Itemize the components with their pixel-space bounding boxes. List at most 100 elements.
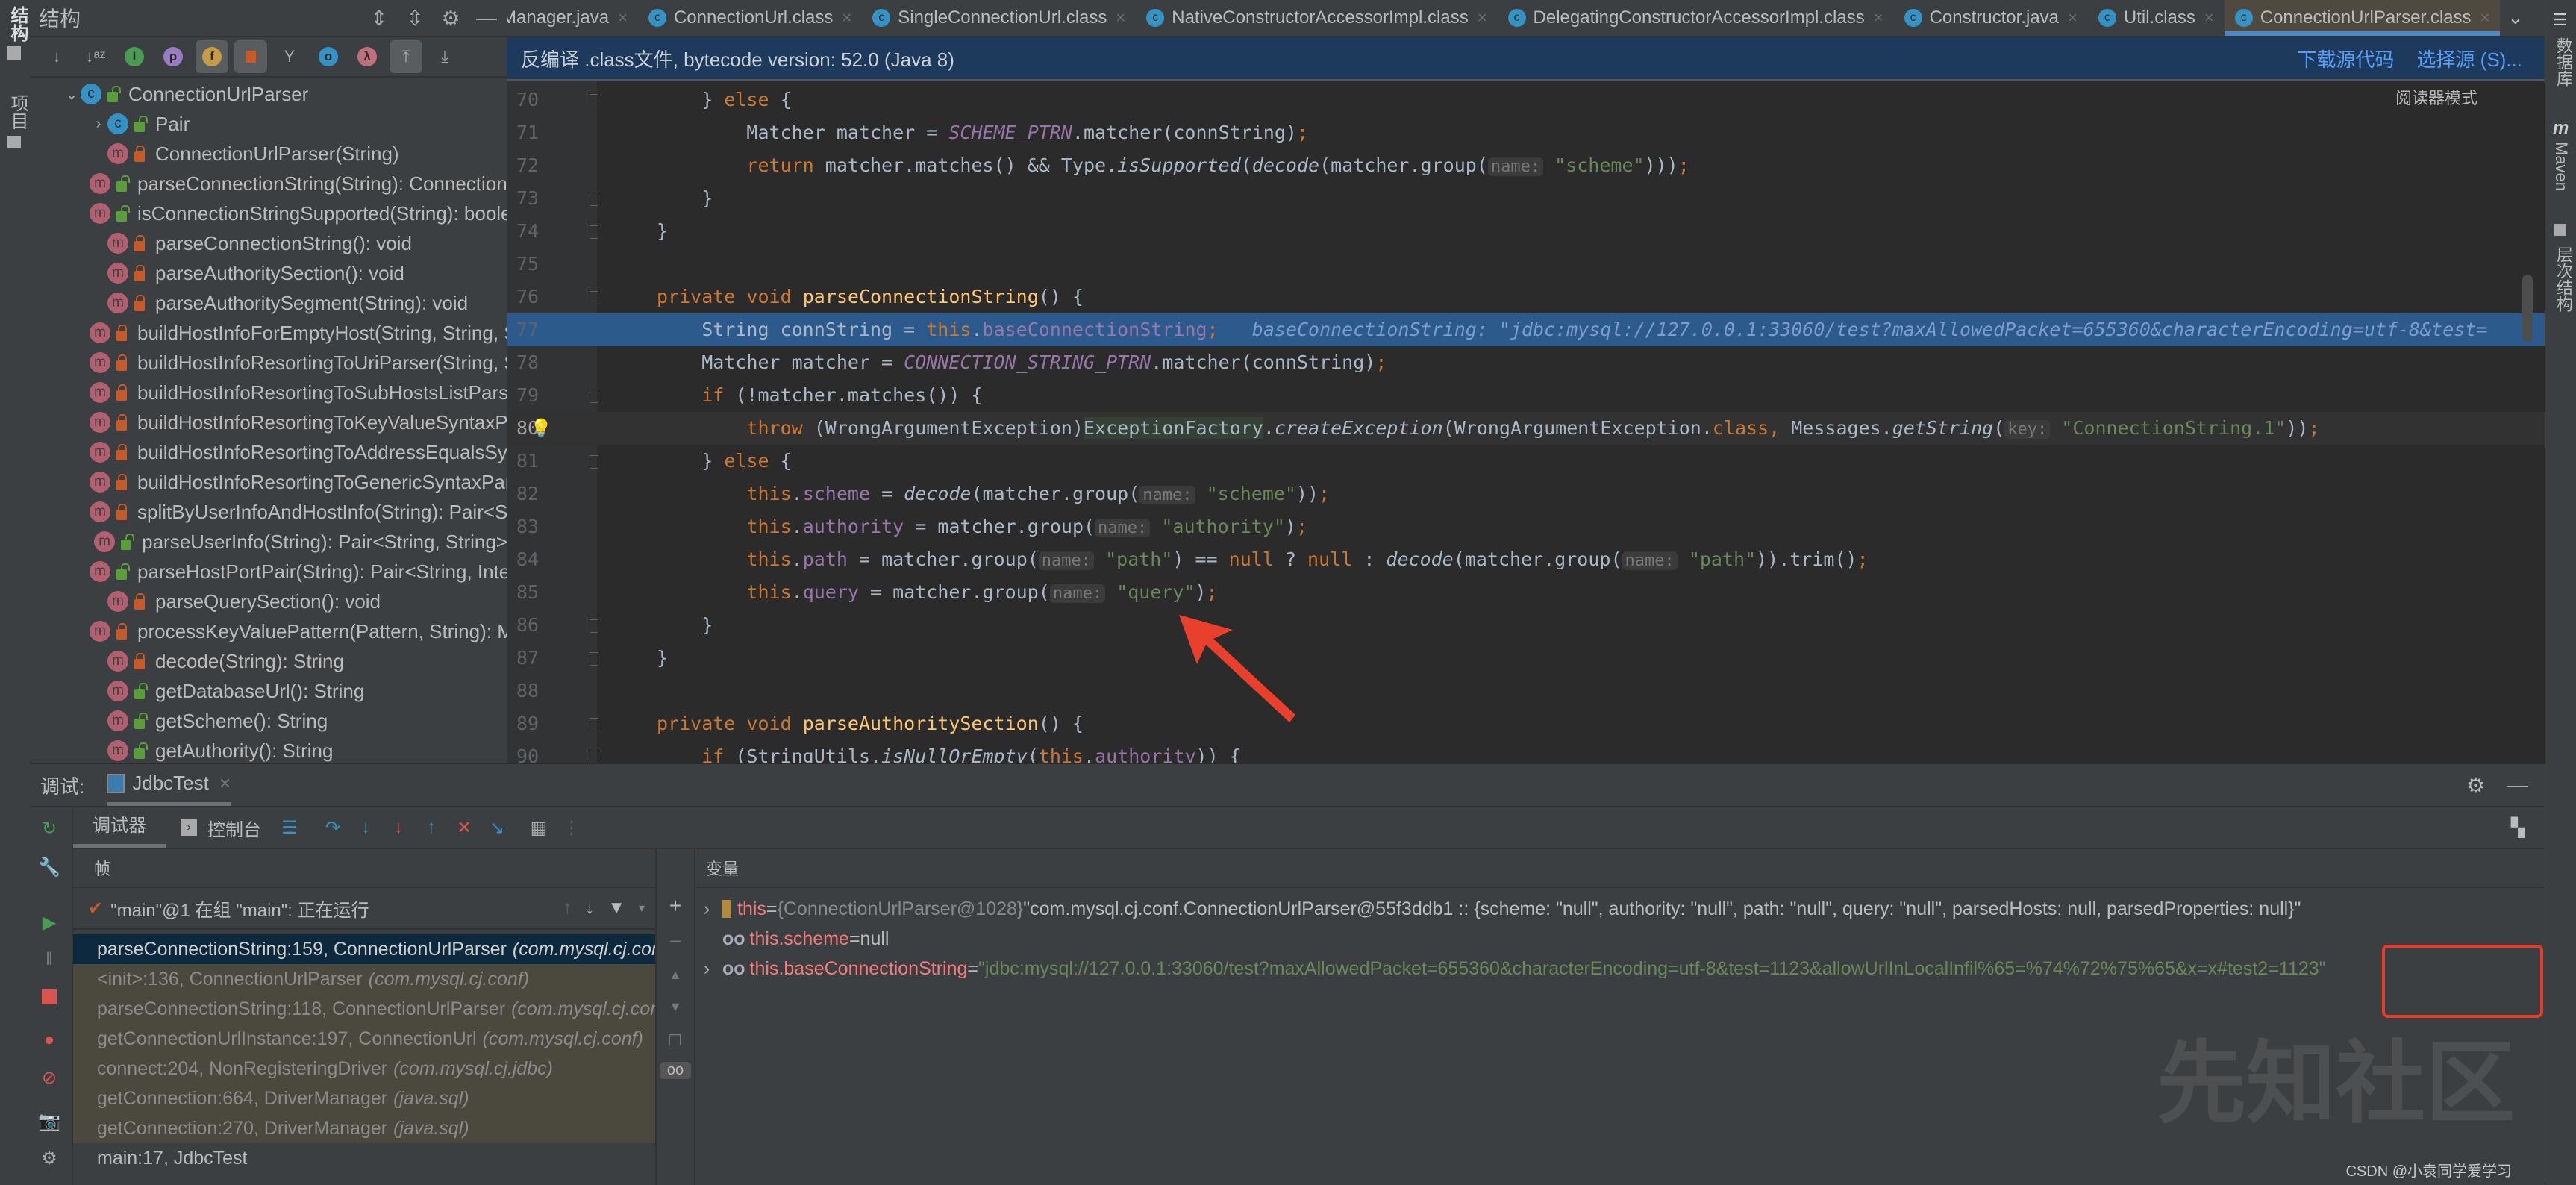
- tree-item-method[interactable]: m splitByUserInfoAndHostInfo(String): Pai…: [30, 497, 507, 527]
- editor-tab[interactable]: Manager.java ×: [507, 0, 638, 36]
- code-line[interactable]: 77 String connString = this.baseConnecti…: [507, 313, 2545, 346]
- stack-frame[interactable]: connect:204, NonRegisteringDriver (com.my…: [73, 1054, 655, 1084]
- line-number[interactable]: 86: [516, 609, 561, 642]
- line-number[interactable]: 75: [516, 248, 561, 281]
- line-number[interactable]: 74: [516, 215, 561, 248]
- settings-wrench-icon[interactable]: 🔧: [33, 851, 66, 884]
- close-session-icon[interactable]: ×: [219, 772, 231, 795]
- fold-marker-icon[interactable]: [590, 94, 598, 107]
- editor-tab[interactable]: c Constructor.java ×: [1894, 0, 2088, 36]
- stack-frame[interactable]: getConnection:270, DriverManager (java.sq…: [73, 1113, 655, 1143]
- tree-item-method[interactable]: m getScheme(): String: [30, 706, 507, 736]
- show-lambdas-filter-icon[interactable]: Y: [273, 40, 306, 73]
- code-line[interactable]: 80 💡 throw (WrongArgumentException)Except…: [507, 412, 2545, 445]
- tree-item-method[interactable]: m getAuthority(): String: [30, 736, 507, 766]
- structure-tool-button[interactable]: 结构: [4, 6, 31, 42]
- stack-frame[interactable]: getConnection:664, DriverManager (java.sq…: [73, 1084, 655, 1113]
- line-number[interactable]: 73: [516, 182, 561, 215]
- thread-selector[interactable]: ✔ "main"@1 在组 "main": 正在运行 ↑ ↓ ▼ ▾: [73, 888, 655, 930]
- watches-toggle-icon[interactable]: oo: [660, 1062, 691, 1079]
- line-number[interactable]: 78: [516, 346, 561, 379]
- lightbulb-icon[interactable]: 💡: [530, 412, 552, 445]
- code-line[interactable]: 87}: [507, 642, 2545, 675]
- close-tab-icon[interactable]: ×: [1116, 8, 1125, 28]
- tree-item-method[interactable]: m buildHostInfoForEmptyHost(String, Strin…: [30, 318, 507, 348]
- collapse-all-icon[interactable]: ⇳: [400, 3, 430, 33]
- line-number[interactable]: 81: [516, 445, 561, 478]
- debug-session-tab[interactable]: JdbcTest ×: [107, 765, 231, 806]
- stack-frame[interactable]: main:17, JdbcTest: [73, 1143, 655, 1173]
- line-number[interactable]: 85: [516, 576, 561, 609]
- chevron-right-icon[interactable]: ›: [695, 898, 718, 920]
- fold-marker-icon[interactable]: [590, 291, 598, 304]
- tree-item-method[interactable]: m parseAuthoritySegment(String): void: [30, 288, 507, 318]
- tree-root[interactable]: ⌄ c ConnectionUrlParser: [30, 79, 507, 109]
- sort-by-visibility-icon[interactable]: ↓: [40, 40, 73, 73]
- tree-item-method[interactable]: m decode(String): String: [30, 646, 507, 676]
- line-number[interactable]: 84: [516, 543, 561, 576]
- line-number[interactable]: 89: [516, 707, 561, 740]
- code-line[interactable]: 90 if (StringUtils.isNullOrEmpty(this.au…: [507, 740, 2545, 766]
- rerun-icon[interactable]: ↻: [33, 812, 66, 845]
- line-number[interactable]: 76: [516, 281, 561, 313]
- show-inherited-icon[interactable]: I: [118, 40, 151, 73]
- step-into-icon[interactable]: ↓: [349, 811, 382, 844]
- close-tab-icon[interactable]: ×: [842, 8, 851, 28]
- chevron-right-icon[interactable]: ›: [90, 116, 107, 133]
- show-fields-icon[interactable]: f: [196, 40, 228, 73]
- tree-item-method[interactable]: m buildHostInfoResortingToAddressEqualsSy…: [30, 437, 507, 467]
- code-line[interactable]: 83 this.authority = matcher.group(name: …: [507, 510, 2545, 543]
- variable-row[interactable]: › oo this.baseConnectionString = "jdbc:mys…: [695, 954, 2545, 984]
- tree-item-method[interactable]: m parseConnectionString(): void: [30, 228, 507, 258]
- fold-marker-icon[interactable]: [590, 390, 598, 403]
- move-up-icon[interactable]: ▲: [657, 967, 694, 983]
- tab-list-chevron-icon[interactable]: ⌄: [2507, 6, 2524, 29]
- tab-console[interactable]: › 控制台: [181, 815, 261, 841]
- code-line[interactable]: 88: [507, 675, 2545, 707]
- autoscroll-from-source-icon[interactable]: ⤓: [428, 40, 461, 73]
- resume-icon[interactable]: ▶: [33, 906, 66, 939]
- run-to-cursor-icon[interactable]: ↘: [481, 811, 513, 844]
- editor-tab[interactable]: c Util.class ×: [2088, 0, 2225, 36]
- fold-marker-icon[interactable]: [590, 619, 598, 633]
- maven-tool-button[interactable]: Maven: [2551, 142, 2571, 191]
- chevron-down-icon[interactable]: ⌄: [63, 85, 81, 104]
- close-tab-icon[interactable]: ×: [2480, 8, 2490, 28]
- add-watch-icon[interactable]: +: [657, 894, 694, 918]
- editor-tab[interactable]: c SingleConnectionUrl.class ×: [862, 0, 1136, 36]
- stack-frame[interactable]: parseConnectionString:159, ConnectionUrl…: [73, 934, 655, 964]
- code-line[interactable]: 72 return matcher.matches() && Type.isSu…: [507, 149, 2545, 182]
- line-number[interactable]: 72: [516, 149, 561, 182]
- code-line[interactable]: 74}: [507, 215, 2545, 248]
- show-anonymous-icon[interactable]: o: [312, 40, 345, 73]
- code-line[interactable]: 76 private void parseConnectionString() {: [507, 281, 2545, 313]
- step-out-icon[interactable]: ↑: [415, 811, 448, 844]
- code-line[interactable]: 79 if (!matcher.matches()) {: [507, 379, 2545, 412]
- close-tab-icon[interactable]: ×: [2068, 8, 2078, 28]
- tree-item-method[interactable]: m isConnectionStringSupported(String): bo…: [30, 198, 507, 228]
- close-tab-icon[interactable]: ×: [618, 8, 628, 28]
- code-line[interactable]: 82 this.scheme = decode(matcher.group(na…: [507, 478, 2545, 510]
- show-non-public-icon[interactable]: [234, 40, 267, 73]
- code-line[interactable]: 73 }: [507, 182, 2545, 215]
- chevron-down-icon[interactable]: ▾: [639, 901, 645, 916]
- force-step-into-icon[interactable]: ↓: [382, 811, 415, 844]
- code-editor[interactable]: 阅读器模式 70 } else {71 Matcher matcher = SC…: [507, 81, 2545, 766]
- tree-item-method[interactable]: m buildHostInfoResortingToUriParser(Strin…: [30, 348, 507, 378]
- minimize-icon[interactable]: —: [472, 3, 501, 33]
- debug-minimize-icon[interactable]: —: [2507, 773, 2528, 797]
- gear-icon[interactable]: ⚙: [436, 3, 466, 33]
- tree-item-method[interactable]: m parseQuerySection(): void: [30, 587, 507, 616]
- close-tab-icon[interactable]: ×: [1478, 8, 1487, 28]
- move-down-icon[interactable]: ▼: [657, 999, 694, 1015]
- tree-item-method[interactable]: m buildHostInfoResortingToKeyValueSyntaxP…: [30, 407, 507, 437]
- stack-frame[interactable]: parseConnectionString:118, ConnectionUrl…: [73, 994, 655, 1024]
- mute-breakpoints-icon[interactable]: ⊘: [33, 1061, 66, 1094]
- tree-item-method[interactable]: m buildHostInfoResortingToGenericSyntaxPa…: [30, 467, 507, 497]
- tab-active[interactable]: c ConnectionUrlParser.class ×: [2224, 0, 2501, 36]
- code-line[interactable]: 78 Matcher matcher = CONNECTION_STRING_P…: [507, 346, 2545, 379]
- code-line[interactable]: 86 }: [507, 609, 2545, 642]
- variable-row[interactable]: oo this.scheme = null: [695, 924, 2545, 954]
- code-line[interactable]: 70 } else {: [507, 84, 2545, 116]
- expand-all-icon[interactable]: ⇕: [364, 3, 394, 33]
